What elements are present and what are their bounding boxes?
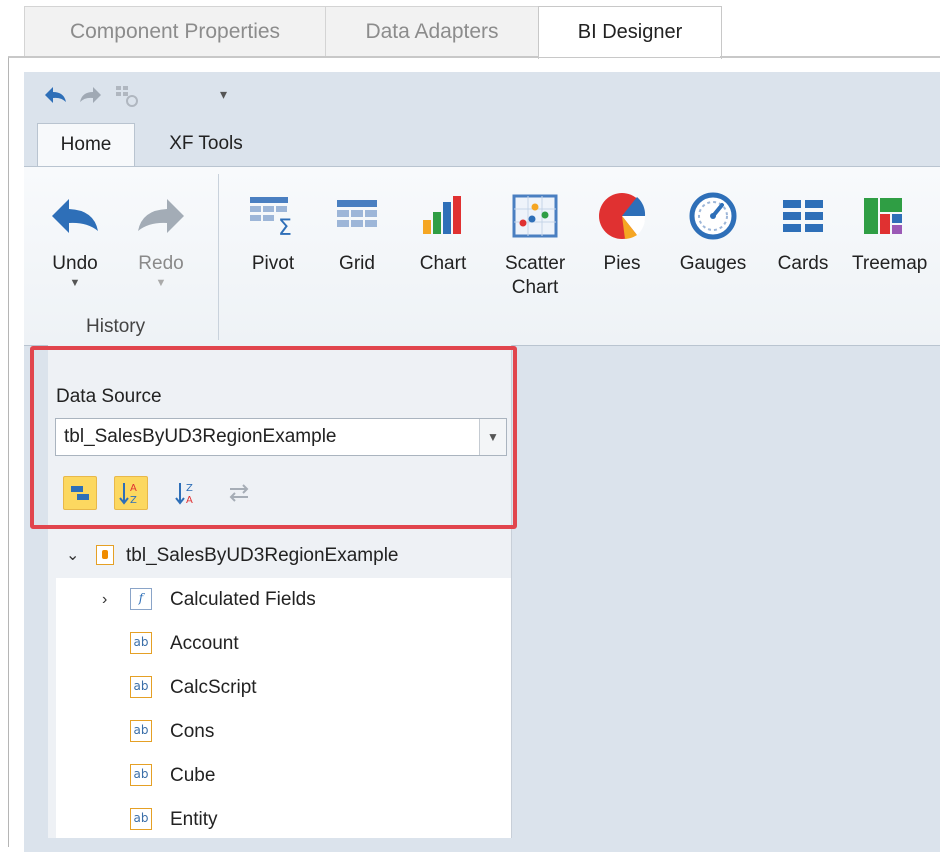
tree-field-calcscript[interactable]: ab CalcScript [56,666,511,710]
scatter-chart-icon [494,190,576,242]
pivot-icon: Σ [238,190,308,242]
treemap-icon [852,190,940,242]
pie-chart-icon [590,190,654,242]
undo-icon [40,190,110,242]
grid-label: Grid [339,253,375,274]
text-field-icon: ab [130,764,152,786]
tree-field-label: Cons [170,721,215,742]
redo-icon [126,190,196,242]
redo-label: Redo [138,253,184,274]
pivot-label: Pivot [251,253,295,274]
qat-refresh-icon[interactable] [114,84,142,114]
ribbon-tab-xf-tools[interactable]: XF Tools [160,123,252,165]
text-field-icon: ab [130,808,152,830]
cards-label: Cards [777,253,829,274]
undo-button[interactable]: Undo ▼ [40,190,110,290]
quick-access-toolbar: ▾ [24,72,940,118]
highlight-callout [30,346,517,529]
tree-field-account[interactable]: ab Account [56,622,511,666]
scatter-chart-label: Scatter Chart [505,253,566,298]
function-icon: f [130,588,152,610]
gauges-button[interactable]: Gauges [670,190,756,276]
qat-redo-icon[interactable] [78,84,104,112]
gauge-icon [670,190,756,242]
tree-node-label: Calculated Fields [170,589,316,610]
cards-icon [770,190,836,242]
redo-dropdown-icon[interactable]: ▼ [126,276,196,290]
tab-component-properties[interactable]: Component Properties [24,6,326,56]
text-field-icon: ab [130,632,152,654]
svg-text:Σ: Σ [278,216,292,239]
bar-chart-icon [410,190,476,242]
chevron-right-icon[interactable]: › [102,578,107,622]
gauges-label: Gauges [679,253,747,274]
tree-field-label: CalcScript [170,677,257,698]
cards-button[interactable]: Cards [770,190,836,276]
redo-button[interactable]: Redo ▼ [126,190,196,290]
tab-bi-designer[interactable]: BI Designer [538,6,722,59]
tree-field-entity[interactable]: ab Entity [56,798,511,842]
tree-root-node[interactable]: ⌄ tbl_SalesByUD3RegionExample [56,534,511,578]
ribbon-tab-home[interactable]: Home [37,123,135,168]
tree-field-label: Account [170,633,239,654]
database-table-icon [96,545,114,565]
text-field-icon: ab [130,676,152,698]
field-list-tree: ⌄ tbl_SalesByUD3RegionExample › f Calcul… [56,534,511,838]
grid-icon [325,190,389,242]
text-field-icon: ab [130,720,152,742]
tree-root-label: tbl_SalesByUD3RegionExample [126,545,399,566]
tree-node-calculated-fields[interactable]: › f Calculated Fields [56,578,511,622]
tree-field-cube[interactable]: ab Cube [56,754,511,798]
history-group-label: History [86,316,146,337]
pies-button[interactable]: Pies [590,190,654,276]
tab-data-adapters[interactable]: Data Adapters [325,6,539,56]
qat-undo-icon[interactable] [42,84,68,112]
chevron-down-icon[interactable]: ⌄ [66,534,79,578]
chart-button[interactable]: Chart [410,190,476,276]
chart-label: Chart [419,253,467,274]
undo-label: Undo [52,253,98,274]
undo-dropdown-icon[interactable]: ▼ [40,276,110,290]
group-separator [218,174,219,340]
dashboard-canvas[interactable] [512,346,940,838]
qat-customize-icon[interactable]: ▾ [220,86,227,103]
treemap-label: Treemap [852,253,928,274]
scatter-chart-button[interactable]: Scatter Chart [494,190,576,300]
pivot-button[interactable]: Σ Pivot [238,190,308,276]
treemap-button[interactable]: Treemap [852,190,940,276]
pies-label: Pies [603,253,641,274]
tree-field-label: Entity [170,809,218,830]
grid-button[interactable]: Grid [325,190,389,276]
tree-field-cons[interactable]: ab Cons [56,710,511,754]
tree-field-label: Cube [170,765,216,786]
